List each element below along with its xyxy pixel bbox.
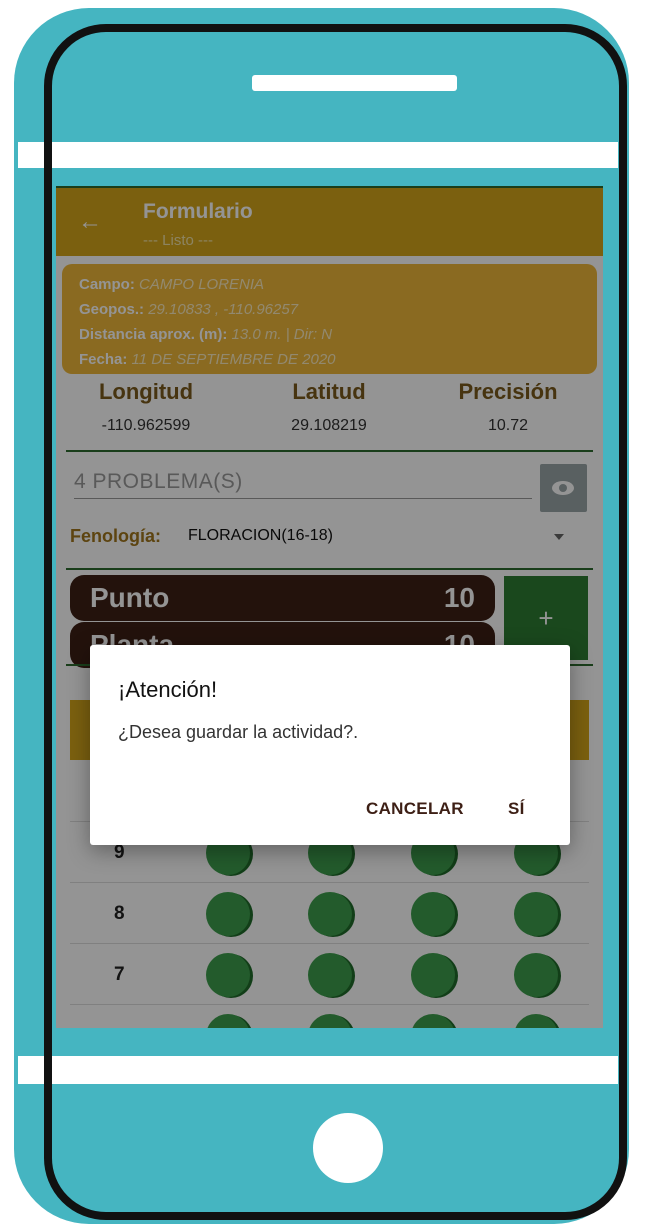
phone-outline [44, 24, 627, 1220]
home-button[interactable] [313, 1113, 383, 1183]
